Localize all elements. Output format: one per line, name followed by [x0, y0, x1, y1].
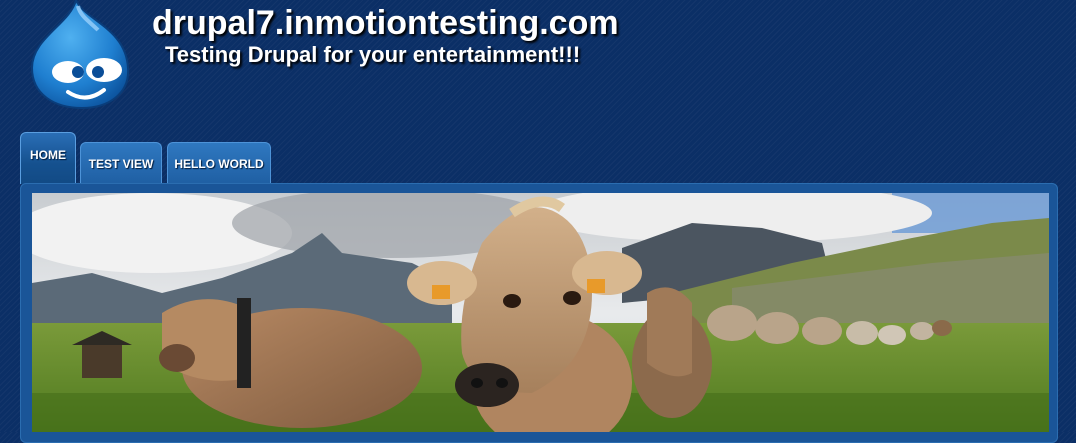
site-slogan: Testing Drupal for your entertainment!!!: [165, 42, 581, 67]
tab-home-label: HOME: [30, 147, 66, 162]
tab-test-view-label: TEST VIEW: [88, 156, 154, 171]
tab-test-view[interactable]: TEST VIEW: [80, 142, 162, 184]
tab-home[interactable]: HOME: [20, 132, 76, 184]
drupal-logo-icon[interactable]: [28, 0, 134, 110]
banner-image: [32, 193, 1049, 432]
tab-hello-world-label: HELLO WORLD: [174, 156, 264, 171]
site-name-link[interactable]: drupal7.inmotiontesting.com: [152, 4, 619, 43]
tab-hello-world[interactable]: HELLO WORLD: [167, 142, 271, 184]
